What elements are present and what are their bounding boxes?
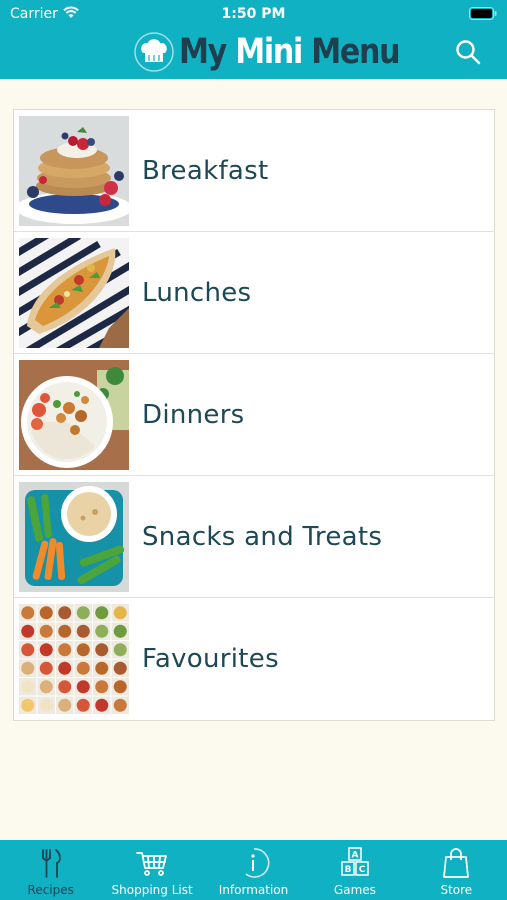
- tab-shopping-list[interactable]: Shopping List: [101, 840, 202, 900]
- tab-store[interactable]: Store: [406, 840, 507, 900]
- info-icon: [245, 848, 269, 878]
- status-bar: Carrier 1:50 PM: [0, 0, 507, 28]
- app-logo: My Mini Menu: [133, 28, 435, 76]
- category-row-favourites[interactable]: Favourites: [14, 598, 494, 720]
- abc-blocks-icon: A B C: [341, 847, 369, 876]
- category-list: Breakfast Lunches Dinners Snacks and Tre…: [13, 109, 495, 721]
- category-label: Lunches: [142, 277, 252, 308]
- chicken-rice-photo: [19, 359, 129, 470]
- tab-label: Store: [440, 883, 473, 897]
- tab-label: Games: [333, 883, 376, 897]
- logo-word-menu: Menu: [302, 32, 400, 72]
- svg-text:C: C: [359, 865, 366, 875]
- tab-label: Recipes: [27, 883, 74, 897]
- pancakes-photo: [19, 115, 129, 226]
- app-title: My Mini Menu: [179, 32, 401, 72]
- category-row-dinners[interactable]: Dinners: [14, 354, 494, 476]
- tab-information[interactable]: Information: [203, 840, 304, 900]
- battery-icon: [469, 7, 497, 20]
- tab-games[interactable]: A B C Games: [304, 840, 405, 900]
- category-label: Dinners: [142, 399, 245, 430]
- tab-label: Information: [218, 883, 289, 897]
- recipe-collage-photo: [19, 604, 129, 714]
- pizza-wrap-photo: [19, 237, 129, 348]
- category-label: Snacks and Treats: [142, 521, 383, 552]
- app-header: Carrier 1:50 PM My Mini Menu: [0, 0, 507, 79]
- logo-word-my: My: [179, 32, 236, 72]
- category-row-lunches[interactable]: Lunches: [14, 232, 494, 354]
- tab-bar: Recipes Shopping List Information A B C …: [0, 840, 507, 900]
- category-row-breakfast[interactable]: Breakfast: [14, 110, 494, 232]
- shopping-bag-icon: [443, 848, 470, 878]
- category-label: Breakfast: [142, 155, 269, 186]
- category-row-snacks-and-treats[interactable]: Snacks and Treats: [14, 476, 494, 598]
- shopping-cart-icon: [136, 852, 168, 876]
- tab-label: Shopping List: [111, 883, 193, 897]
- svg-text:B: B: [344, 865, 351, 875]
- cutlery-icon: [41, 849, 61, 878]
- category-label: Favourites: [142, 644, 279, 674]
- search-icon[interactable]: [455, 39, 481, 65]
- chef-hat-icon: [134, 32, 174, 72]
- veggies-hummus-photo: [19, 481, 129, 592]
- tab-recipes[interactable]: Recipes: [0, 840, 101, 900]
- status-time: 1:50 PM: [221, 6, 286, 22]
- svg-text:A: A: [351, 851, 358, 861]
- logo-word-mini: Mini: [235, 32, 303, 72]
